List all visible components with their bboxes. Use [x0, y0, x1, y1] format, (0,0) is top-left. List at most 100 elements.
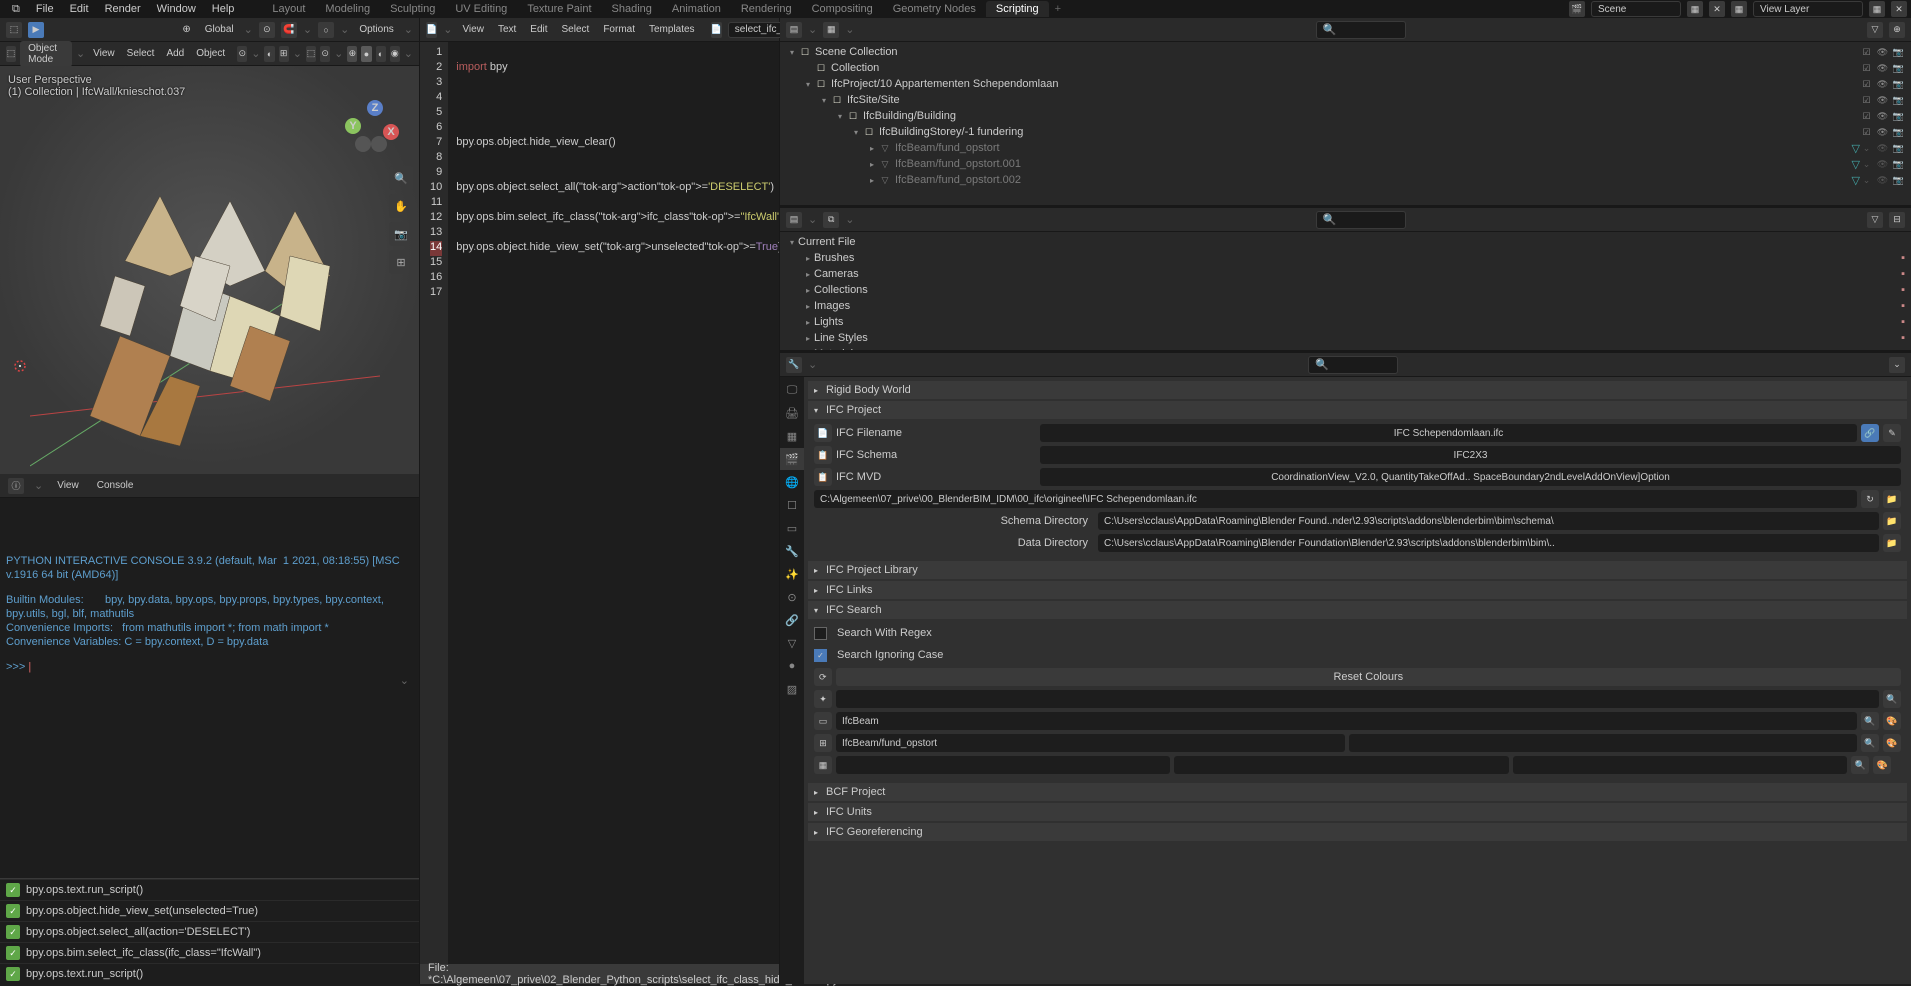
search-attrval-input[interactable]	[1349, 734, 1858, 752]
gizmo-toggle-icon[interactable]: ⬚	[306, 46, 316, 62]
magnet-icon[interactable]: 🧲	[281, 22, 297, 38]
category-row[interactable]: ▸Brushes▪	[782, 250, 1909, 266]
tab-scripting[interactable]: Scripting	[986, 1, 1049, 17]
search-propval-input[interactable]	[1513, 756, 1847, 774]
scene-name-input[interactable]	[1591, 1, 1681, 17]
outliner-search-input[interactable]: 🔍	[1316, 21, 1406, 39]
tab-texture-icon[interactable]: ▨	[780, 678, 804, 700]
tab-material-icon[interactable]: ●	[780, 655, 804, 677]
tab-layout[interactable]: Layout	[262, 1, 315, 17]
pivot-icon[interactable]: ⊙	[237, 46, 247, 62]
viewport-3d[interactable]: User Perspective (1) Collection | IfcWal…	[0, 66, 419, 474]
navigation-gizmo[interactable]: Z Y X	[345, 96, 401, 152]
info-menu-console[interactable]: Console	[93, 478, 138, 493]
outliner-type-icon[interactable]: ▤	[786, 22, 802, 38]
tab-compositing[interactable]: Compositing	[802, 1, 883, 17]
category-row[interactable]: ▸Cameras▪	[782, 266, 1909, 282]
tree-row[interactable]: ▾☐Scene Collection☑👁📷	[782, 44, 1909, 60]
properties-search-input[interactable]: 🔍	[1308, 356, 1398, 374]
search-button-icon[interactable]: 🔍	[1883, 690, 1901, 708]
reload-icon[interactable]: ↻	[1861, 490, 1879, 508]
search-button-icon[interactable]: 🔍	[1851, 756, 1869, 774]
panel-ifclinks[interactable]: ▸IFC Links	[808, 581, 1907, 599]
options-dropdown[interactable]: Options	[355, 22, 397, 37]
search-button-icon[interactable]: 🔍	[1861, 734, 1879, 752]
shading-matprev-icon[interactable]: ◐	[376, 46, 386, 62]
pan-icon[interactable]: ✋	[389, 194, 413, 218]
menu-window[interactable]: Window	[149, 1, 204, 17]
category-row[interactable]: ▸Materials▪	[782, 346, 1909, 350]
vp-menu-add[interactable]: Add	[162, 46, 188, 61]
shading-rendered-icon[interactable]: ◉	[390, 46, 400, 62]
shading-solid-icon[interactable]: ●	[361, 46, 371, 62]
texteditor-type-icon[interactable]: 📄	[426, 22, 437, 38]
viewlayer-new-button[interactable]: ▦	[1869, 1, 1885, 17]
overlay2-icon[interactable]: ⊙	[320, 46, 330, 62]
tab-render-icon[interactable]: 🖵	[780, 379, 804, 401]
tree-row[interactable]: ▸▽IfcBeam/fund_opstort.002▽⌄👁📷	[782, 172, 1909, 188]
tab-world-icon[interactable]: 🌐	[780, 471, 804, 493]
menu-edit[interactable]: Edit	[62, 1, 97, 17]
info-editor-type-icon[interactable]: ⓘ	[8, 478, 24, 494]
panel-ifcsearch[interactable]: ▾IFC Search	[808, 601, 1907, 619]
tab-object-icon[interactable]: ▭	[780, 517, 804, 539]
vp-menu-select[interactable]: Select	[123, 46, 159, 61]
tab-viewlayer-icon[interactable]: ▦	[780, 425, 804, 447]
tree-row[interactable]: ▸▽IfcBeam/fund_opstort.001▽⌄👁📷	[782, 156, 1909, 172]
filebrowser-type-icon[interactable]: ▤	[786, 212, 802, 228]
category-row[interactable]: ▸Collections▪	[782, 282, 1909, 298]
search-pset-input[interactable]	[836, 756, 1170, 774]
viewlayer-name-input[interactable]	[1753, 1, 1863, 17]
panel-bcfproject[interactable]: ▸BCF Project	[808, 783, 1907, 801]
mode-dropdown[interactable]: Object Mode	[20, 41, 72, 67]
filebrowser-search-input[interactable]: 🔍	[1316, 211, 1406, 229]
color-button-icon[interactable]: 🎨	[1873, 756, 1891, 774]
vp-menu-view[interactable]: View	[89, 46, 119, 61]
orientation-dropdown[interactable]: Global	[201, 22, 238, 37]
scene-new-button[interactable]: ▦	[1687, 1, 1703, 17]
tab-modeling[interactable]: Modeling	[315, 1, 380, 17]
info-menu-view[interactable]: View	[53, 478, 83, 493]
add-workspace-button[interactable]: +	[1049, 1, 1067, 17]
search-guid-input[interactable]	[836, 690, 1879, 708]
category-row[interactable]: ▸Lights▪	[782, 314, 1909, 330]
perspective-icon[interactable]: ⊞	[389, 250, 413, 274]
cursor-tool-icon[interactable]: ▶	[28, 22, 44, 38]
filebrowser-tree[interactable]: ▾Current File ▸Brushes▪▸Cameras▪▸Collect…	[780, 232, 1911, 350]
panel-ifcgeoreferencing[interactable]: ▸IFC Georeferencing	[808, 823, 1907, 841]
blendfile-icon[interactable]: ⧉	[823, 212, 839, 228]
tree-row[interactable]: ▸▽IfcBeam/fund_opstort▽⌄👁📷	[782, 140, 1909, 156]
report-item[interactable]: ✓bpy.ops.text.run_script()	[0, 879, 419, 900]
viewlayer-delete-button[interactable]: ✕	[1891, 1, 1907, 17]
fb-options-icon[interactable]: ⊟	[1889, 212, 1905, 228]
zoom-icon[interactable]: 🔍	[389, 166, 413, 190]
vp-menu-object[interactable]: Object	[192, 46, 229, 61]
scene-icon[interactable]: 🎬	[1569, 1, 1585, 17]
scene-delete-button[interactable]: ✕	[1709, 1, 1725, 17]
proportional-icon[interactable]: ○	[318, 22, 334, 38]
panel-ifcunits[interactable]: ▸IFC Units	[808, 803, 1907, 821]
search-button-icon[interactable]: 🔍	[1861, 712, 1879, 730]
outliner-tree[interactable]: ▾☐Scene Collection☑👁📷☐Collection☑👁📷▾☐Ifc…	[780, 42, 1911, 205]
code-editor[interactable]: 1234567891011121314151617 import bpybpy.…	[420, 42, 779, 964]
te-menu-view[interactable]: View	[458, 22, 488, 37]
fb-filter-icon[interactable]: ▽	[1867, 212, 1883, 228]
menu-render[interactable]: Render	[97, 1, 149, 17]
tab-particles-icon[interactable]: ✨	[780, 563, 804, 585]
folder-icon[interactable]: 📁	[1883, 490, 1901, 508]
editor-type-icon[interactable]: ⬚	[6, 22, 22, 38]
search-class-input[interactable]: IfcBeam	[836, 712, 1857, 730]
tree-row[interactable]: ▾☐IfcProject/10 Appartementen Schependom…	[782, 76, 1909, 92]
shading-wire-icon[interactable]: ⊕	[347, 46, 357, 62]
ifc-path-input[interactable]: C:\Algemeen\07_prive\00_BlenderBIM_IDM\0…	[814, 490, 1857, 508]
new-collection-icon[interactable]: ⊕	[1889, 22, 1905, 38]
te-menu-templates[interactable]: Templates	[645, 22, 699, 37]
overlay-icon[interactable]: ◐	[264, 46, 274, 62]
display-mode-icon[interactable]: ▦	[823, 22, 839, 38]
tab-sculpting[interactable]: Sculpting	[380, 1, 445, 17]
tree-row[interactable]: ▾☐IfcSite/Site☑👁📷	[782, 92, 1909, 108]
tab-rendering[interactable]: Rendering	[731, 1, 802, 17]
category-row[interactable]: ▸Line Styles▪	[782, 330, 1909, 346]
category-row[interactable]: ▸Images▪	[782, 298, 1909, 314]
textblock-icon[interactable]: 📄	[711, 22, 722, 38]
